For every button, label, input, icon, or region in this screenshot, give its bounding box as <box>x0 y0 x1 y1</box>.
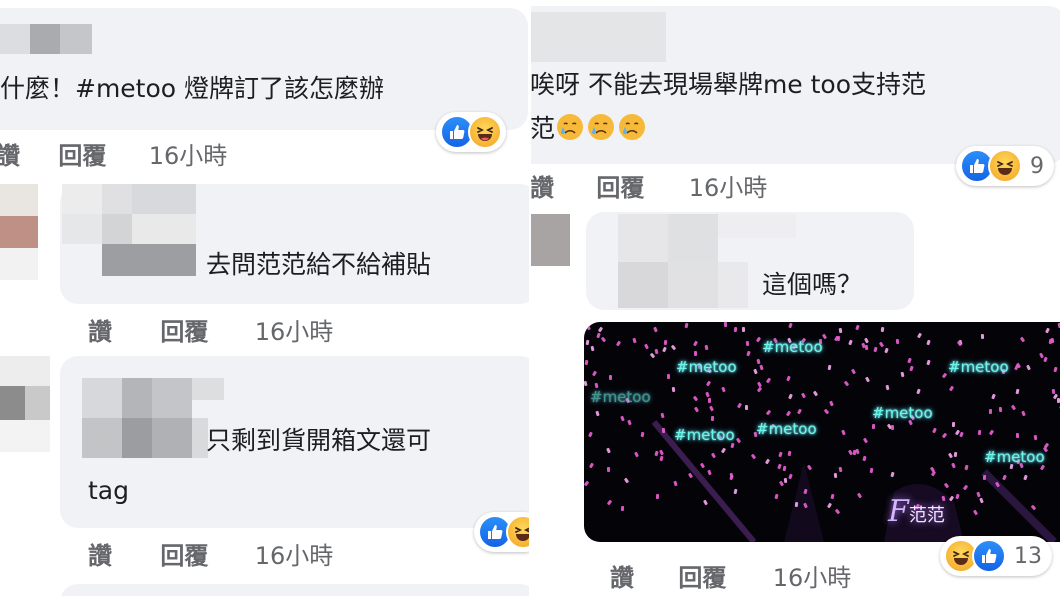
blurred-avatar <box>0 184 38 280</box>
blurred-username <box>62 184 196 276</box>
lightstick-dot <box>833 472 838 479</box>
lightstick-dot <box>988 408 993 415</box>
haha-reaction-icon <box>506 515 530 549</box>
lightstick-dot <box>951 421 956 428</box>
lightstick-dot <box>723 322 728 328</box>
left-comment-panel: 什麼！#metoo 燈牌訂了該怎麼辦 讚 回覆 16小時 去問范范給不給補貼 讚… <box>0 0 530 596</box>
lightstick-dot <box>864 344 869 351</box>
reaction-count: 9 <box>1030 153 1044 179</box>
comment-actions: 讚 回覆 16小時 <box>0 136 227 171</box>
lightstick-dot <box>794 501 799 508</box>
lightstick-dot <box>745 340 750 347</box>
lightstick-dot <box>661 427 666 434</box>
reply-link[interactable]: 回覆 <box>596 168 644 203</box>
comment-text: 去問范范給不給補貼 <box>206 250 432 279</box>
collage-divider <box>529 0 531 596</box>
lightstick-dot <box>606 466 611 473</box>
lightstick-dot <box>998 406 1003 413</box>
lightstick-dot <box>871 423 876 430</box>
crying-face-emoji <box>557 114 584 140</box>
lightstick-dot <box>671 386 676 393</box>
comment-text: 什麼！#metoo 燈牌訂了該怎麼辦 <box>0 74 385 103</box>
lightstick-dot <box>666 373 671 380</box>
reaction-summary[interactable] <box>436 112 506 152</box>
blurred-username <box>530 12 666 62</box>
reaction-summary[interactable]: 13 <box>940 536 1052 576</box>
metoo-sign: #metoo <box>762 338 823 356</box>
comment-actions: 讚 回覆 16小時 <box>88 312 333 347</box>
haha-reaction-icon <box>468 115 502 149</box>
lightstick-dot <box>980 333 985 340</box>
timestamp[interactable]: 16小時 <box>255 536 334 571</box>
reaction-count: 13 <box>1014 543 1042 569</box>
comment-text: 只剩到貨開箱文還可 <box>206 426 432 455</box>
crying-face-emoji <box>588 114 615 140</box>
comment-bubble-next <box>60 584 530 596</box>
haha-reaction-icon <box>988 149 1022 183</box>
timestamp[interactable]: 16小時 <box>255 312 334 347</box>
lightstick-dot <box>1015 432 1020 439</box>
like-link[interactable]: 讚 <box>88 312 112 347</box>
reply-link[interactable]: 回覆 <box>160 312 208 347</box>
lightstick-dot <box>1051 388 1056 395</box>
lightstick-dot <box>1033 434 1038 441</box>
crying-face-emoji <box>619 114 646 140</box>
comment-text: 唉呀 不能去現場舉牌me too支持范 <box>530 70 927 99</box>
metoo-sign: #metoo <box>948 358 1009 376</box>
timestamp[interactable]: 16小時 <box>773 558 852 593</box>
reply-link[interactable]: 回覆 <box>678 558 726 593</box>
comment-actions: 讚 回覆 16小時 <box>88 536 333 571</box>
comment-actions: 讚 回覆 16小時 <box>610 558 851 593</box>
comment-actions: 讚 回覆 16小時 <box>530 168 767 203</box>
timestamp[interactable]: 16小時 <box>149 136 228 171</box>
lightstick-dot <box>708 398 711 403</box>
metoo-sign: #metoo <box>674 426 735 444</box>
like-link[interactable]: 讚 <box>530 168 554 203</box>
reply-link[interactable]: 回覆 <box>58 136 106 171</box>
lightstick-dot <box>890 424 895 431</box>
lightstick-dot <box>663 339 668 346</box>
blurred-avatar <box>0 356 50 452</box>
comment-text-end: 范 <box>530 114 556 143</box>
lightstick-dot <box>694 351 697 356</box>
lightstick-dot <box>838 327 843 334</box>
timestamp[interactable]: 16小時 <box>689 168 768 203</box>
lightstick-dot <box>977 429 982 436</box>
lightstick-dot <box>895 338 900 345</box>
lightstick-dot <box>783 477 788 484</box>
metoo-sign: #metoo <box>590 388 651 406</box>
like-link[interactable]: 讚 <box>610 558 634 593</box>
right-comment-panel: 唉呀 不能去現場舉牌me too支持范 范 9 讚 回覆 16小時 這個嗎？ #… <box>530 0 1060 596</box>
metoo-sign: #metoo <box>676 358 737 376</box>
metoo-sign: #metoo <box>872 404 933 422</box>
lightstick-dot <box>710 415 715 422</box>
blurred-username <box>0 24 92 54</box>
comment-text: tag <box>88 476 129 505</box>
concert-video-thumbnail[interactable]: #metoo #metoo #metoo #metoo #metoo #meto… <box>584 322 1060 542</box>
comment-text: 這個嗎？ <box>762 270 863 299</box>
reaction-summary[interactable]: 9 <box>956 146 1054 186</box>
blurred-avatar <box>530 214 570 266</box>
blurred-username <box>82 378 224 458</box>
lightstick-dot <box>744 404 749 411</box>
fan-fan-light-board: F范范 <box>888 494 945 529</box>
metoo-sign: #metoo <box>756 420 817 438</box>
reply-link[interactable]: 回覆 <box>160 536 208 571</box>
metoo-sign: #metoo <box>984 448 1045 466</box>
lightstick-dot <box>741 326 746 333</box>
lightstick-dot <box>620 505 625 512</box>
like-link[interactable]: 讚 <box>88 536 112 571</box>
screenshot-collage: 什麼！#metoo 燈牌訂了該怎麼辦 讚 回覆 16小時 去問范范給不給補貼 讚… <box>0 0 1060 596</box>
lightstick-dot <box>852 449 857 456</box>
reaction-summary[interactable] <box>474 512 530 552</box>
logo-text-label: 范范 <box>908 505 945 526</box>
like-link[interactable]: 讚 <box>0 136 20 171</box>
like-reaction-icon <box>972 539 1006 573</box>
comment-text: 范 <box>530 112 648 146</box>
lightstick-dot <box>608 374 613 381</box>
lightstick-dot <box>953 451 958 458</box>
lightstick-dot <box>982 474 987 481</box>
lightstick-dot <box>655 493 660 500</box>
